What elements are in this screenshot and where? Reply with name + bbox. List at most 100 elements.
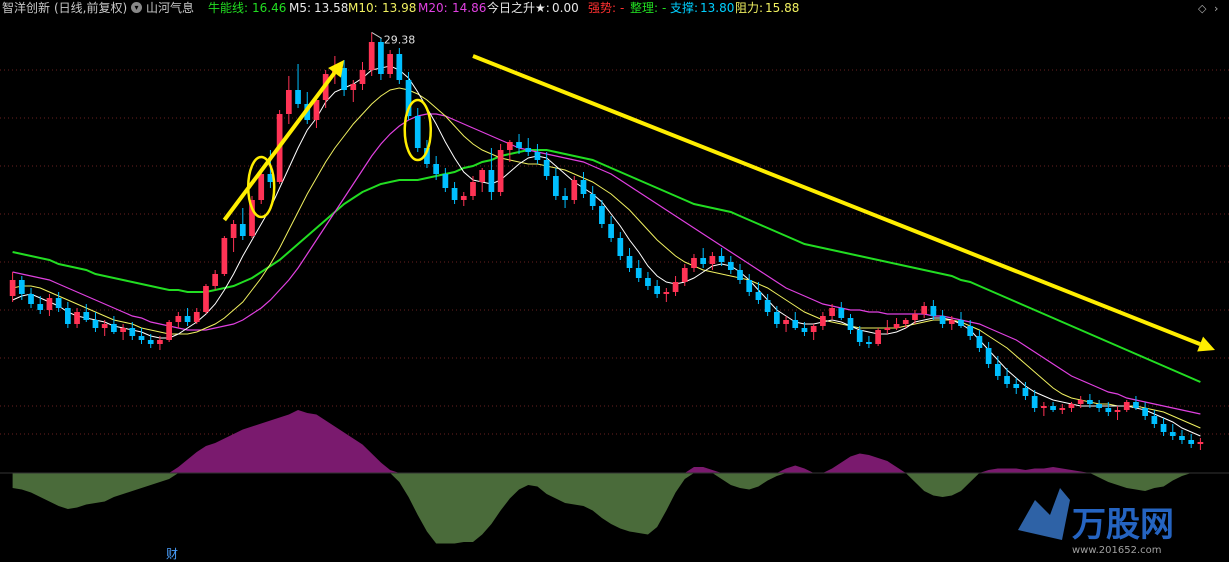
candle-body bbox=[994, 364, 1001, 376]
candle-body bbox=[875, 330, 881, 344]
candle-body bbox=[138, 336, 145, 340]
candle-body bbox=[203, 286, 209, 312]
candle-body bbox=[727, 262, 734, 270]
candle-body bbox=[46, 298, 53, 310]
candle-body bbox=[718, 256, 725, 262]
candle-body bbox=[1179, 436, 1185, 440]
candle-body bbox=[175, 316, 182, 322]
candle-body bbox=[764, 300, 771, 312]
candle-body bbox=[295, 90, 301, 104]
candle-body bbox=[912, 314, 918, 320]
bottom-label: 财 bbox=[166, 547, 178, 561]
candle-body bbox=[958, 320, 964, 326]
candle-body bbox=[1041, 406, 1047, 408]
candle-body bbox=[737, 270, 743, 280]
candle-body bbox=[285, 90, 292, 114]
candle-body bbox=[599, 206, 605, 224]
candle-body bbox=[1114, 410, 1121, 412]
watermark-url: www.201652.com bbox=[1072, 545, 1162, 556]
candle-body bbox=[166, 322, 172, 340]
candle-body bbox=[396, 54, 403, 80]
candle-body bbox=[157, 340, 163, 344]
candle-body bbox=[663, 292, 670, 294]
candle-body bbox=[645, 278, 651, 286]
candle-body bbox=[691, 258, 697, 268]
candle-body bbox=[433, 164, 440, 174]
candle-body bbox=[92, 320, 99, 328]
candle-body bbox=[1160, 424, 1167, 432]
ma-short-line bbox=[12, 65, 1201, 437]
candle-body bbox=[212, 274, 219, 286]
candle-body bbox=[654, 286, 660, 294]
candle-body bbox=[359, 70, 366, 84]
candle-body bbox=[709, 256, 716, 264]
candle-body bbox=[442, 174, 449, 188]
candle-body bbox=[921, 306, 928, 314]
candle-body bbox=[1169, 432, 1176, 436]
candle-body bbox=[700, 258, 707, 264]
candle-body bbox=[368, 42, 375, 70]
candle-body bbox=[129, 328, 136, 336]
candle-body bbox=[672, 282, 679, 292]
candle-body bbox=[111, 324, 117, 332]
candle-body bbox=[28, 294, 34, 304]
candle-body bbox=[1022, 388, 1029, 396]
candle-body bbox=[1123, 402, 1130, 410]
candle-body bbox=[773, 312, 780, 324]
candle-body bbox=[562, 196, 568, 200]
high-marker-label: 29.38 bbox=[384, 33, 416, 46]
candle-body bbox=[534, 152, 541, 160]
candle-body bbox=[543, 160, 550, 176]
candle-body bbox=[755, 292, 762, 300]
candle-body bbox=[313, 100, 320, 120]
candle-body bbox=[120, 328, 126, 332]
candle-body bbox=[930, 306, 937, 316]
candle-body bbox=[193, 312, 200, 322]
candle-body bbox=[18, 280, 25, 294]
candle-body bbox=[1031, 396, 1038, 408]
candle-body bbox=[1096, 404, 1102, 408]
candle-body bbox=[1087, 400, 1093, 404]
candle-body bbox=[101, 324, 108, 328]
candle-body bbox=[866, 342, 872, 344]
candle-body bbox=[83, 312, 90, 320]
candle-body bbox=[1105, 408, 1112, 412]
candle-body bbox=[516, 142, 522, 148]
candle-body bbox=[341, 68, 347, 90]
candle-body bbox=[681, 268, 688, 282]
candle-body bbox=[1004, 376, 1010, 384]
candle-body bbox=[350, 84, 357, 90]
candle-body bbox=[783, 320, 789, 324]
candle-body bbox=[838, 308, 845, 318]
candle-body bbox=[829, 308, 835, 316]
candle-body bbox=[460, 196, 467, 200]
candle-body bbox=[184, 316, 191, 322]
candle-body bbox=[1188, 440, 1195, 444]
oscillator-positive-area bbox=[12, 410, 1201, 473]
annotation-arrow-line bbox=[222, 71, 337, 222]
candle-body bbox=[470, 182, 476, 196]
candle-body bbox=[479, 170, 486, 182]
candle-body bbox=[1059, 408, 1066, 410]
candle-body bbox=[488, 170, 495, 192]
candle-body bbox=[792, 320, 799, 328]
candle-body bbox=[985, 348, 992, 364]
ma-mid-line bbox=[12, 87, 1201, 429]
candle-body bbox=[902, 320, 909, 324]
candle-body bbox=[258, 174, 265, 200]
candle-body bbox=[525, 148, 532, 152]
candle-body bbox=[847, 318, 854, 330]
candle-body bbox=[635, 268, 642, 278]
candle-body bbox=[948, 320, 955, 324]
candle-body bbox=[221, 238, 228, 274]
candle-body bbox=[820, 316, 826, 326]
candle-body bbox=[1151, 416, 1158, 424]
price-chart: 29.38 财 万股网www.201652.com bbox=[0, 31, 1229, 561]
candle-body bbox=[571, 180, 578, 200]
candle-body bbox=[1013, 384, 1020, 388]
candle-body bbox=[939, 316, 946, 324]
candle-body bbox=[746, 280, 753, 292]
candle-body bbox=[1050, 406, 1056, 410]
candle-body bbox=[378, 42, 384, 74]
ma-long-line bbox=[12, 149, 1201, 383]
